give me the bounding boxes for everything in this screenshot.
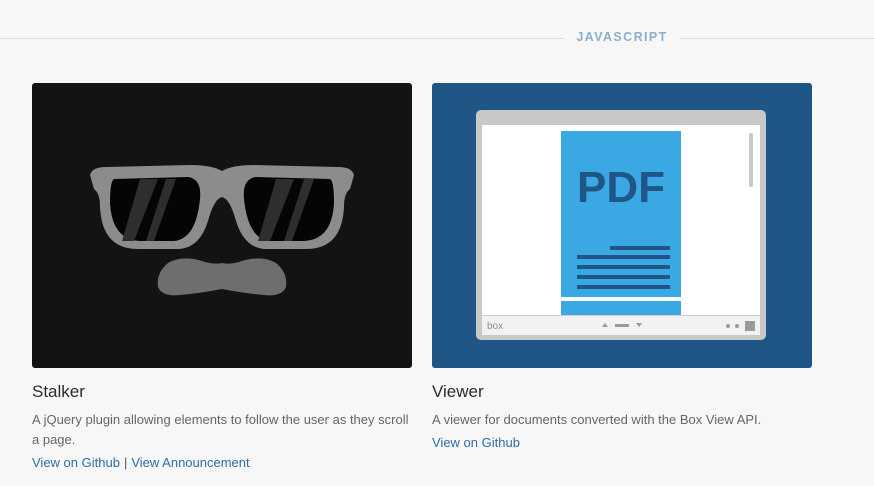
section-title: JAVASCRIPT — [576, 30, 668, 44]
project-description: A viewer for documents converted with th… — [432, 412, 762, 427]
link-separator: | — [123, 455, 128, 470]
project-card-stalker: Stalker A jQuery plugin allowing element… — [32, 83, 412, 473]
view-on-github-link[interactable]: View on Github — [432, 435, 520, 450]
section-header: JAVASCRIPT — [0, 28, 874, 48]
project-image-viewer[interactable]: PDF box — [432, 83, 812, 368]
glasses-mustache-icon — [32, 83, 412, 368]
pdf-doc-label: PDF — [577, 163, 665, 212]
project-title: Viewer — [432, 382, 484, 401]
divider-right — [680, 38, 874, 39]
project-card-viewer: PDF box Viewer A viewer for documents co… — [432, 83, 812, 453]
project-description: A jQuery plugin allowing elements to fol… — [32, 412, 409, 447]
view-announcement-link[interactable]: View Announcement — [131, 455, 249, 470]
project-links: View on Github | View Announcement — [32, 453, 412, 473]
box-logo: box — [487, 321, 503, 332]
project-image-stalker[interactable] — [32, 83, 412, 368]
divider-left — [0, 38, 564, 39]
project-title: Stalker — [32, 382, 85, 401]
project-links: View on Github — [432, 433, 812, 453]
view-on-github-link[interactable]: View on Github — [32, 455, 120, 470]
pdf-viewer-icon: PDF box — [432, 83, 812, 368]
